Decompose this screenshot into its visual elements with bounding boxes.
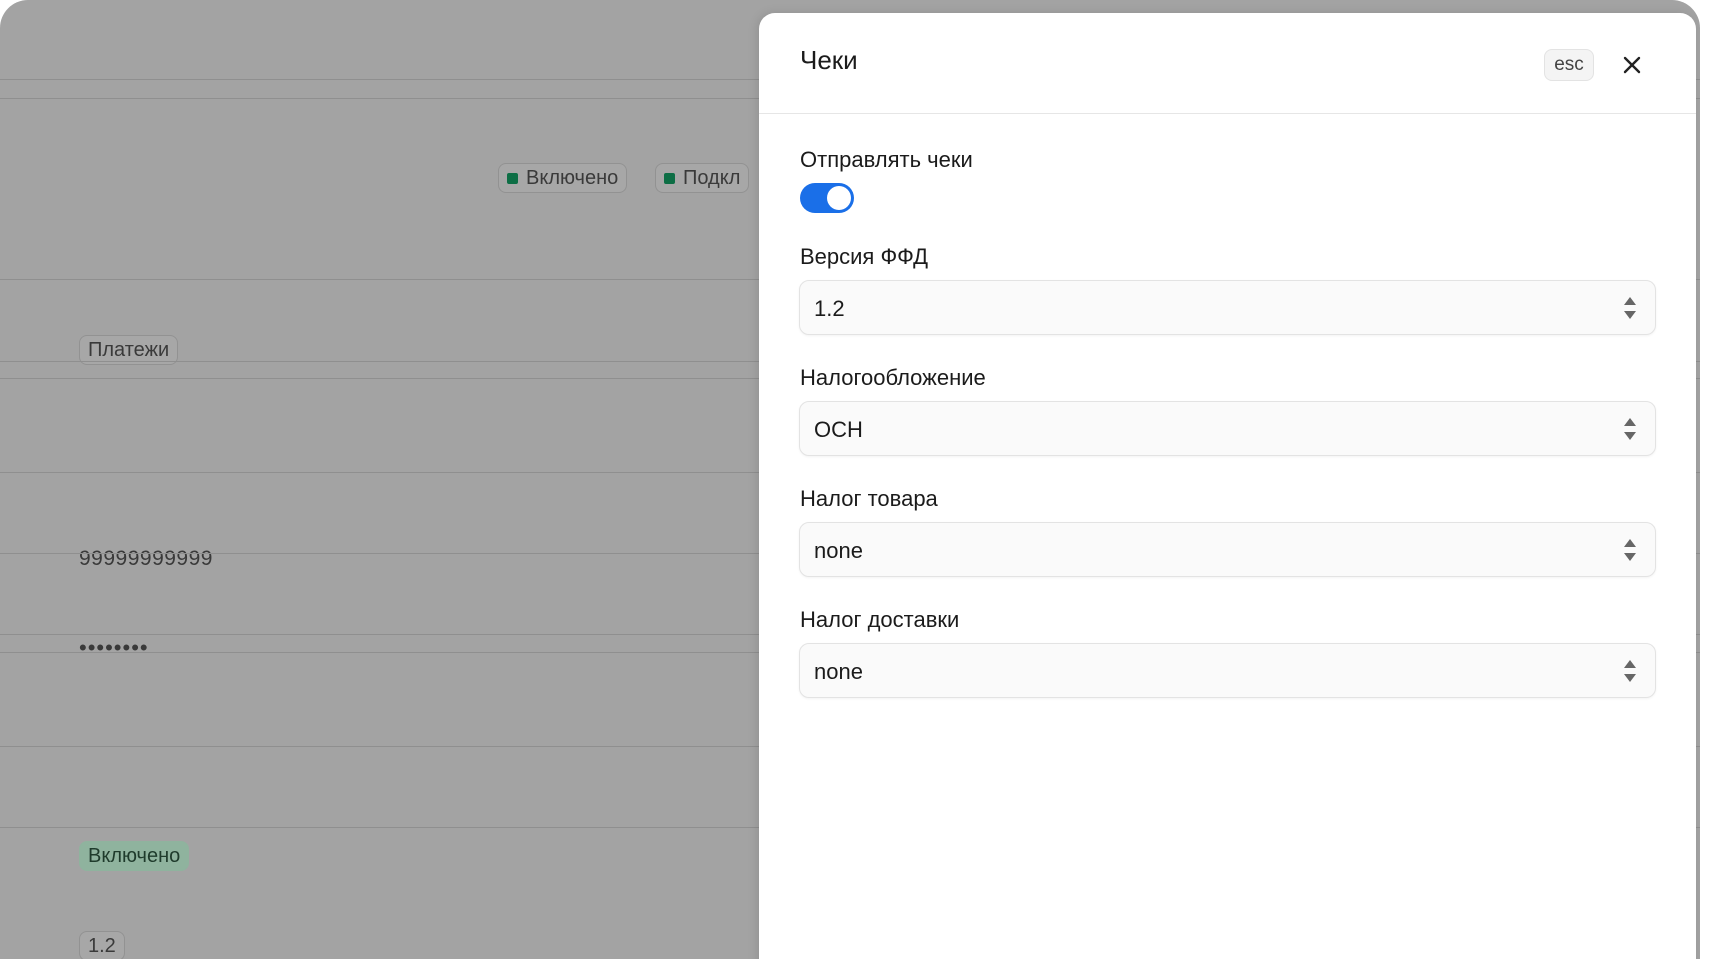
product-tax-select[interactable]: none: [799, 522, 1656, 577]
select-arrows-icon: [1624, 539, 1636, 561]
delivery-tax-select[interactable]: none: [799, 643, 1656, 698]
toggle-knob: [827, 186, 851, 210]
taxation-label: Налогообложение: [800, 365, 986, 390]
select-arrows-icon: [1624, 418, 1636, 440]
select-arrows-icon: [1624, 660, 1636, 682]
product-tax-label: Налог товара: [800, 486, 938, 511]
drawer-title: Чеки: [800, 45, 858, 75]
ffd-version-label: Версия ФФД: [800, 244, 929, 269]
delivery-tax-value: none: [814, 659, 863, 684]
close-button[interactable]: [1618, 51, 1646, 79]
version-badge: 1.2: [79, 931, 125, 959]
receipts-drawer: Чеки esc Отправлять чеки Версия ФФД 1.2 …: [759, 13, 1696, 959]
status-badge-enabled: Включено: [498, 163, 628, 193]
esc-key-hint: esc: [1544, 49, 1594, 81]
app-window: Включено Подкл Платежи 99999999999 •••••…: [0, 0, 1700, 959]
ffd-version-select[interactable]: 1.2: [799, 280, 1656, 335]
close-icon: [1623, 56, 1641, 74]
ffd-version-value: 1.2: [814, 296, 845, 321]
status-dot-icon: [507, 172, 518, 184]
status-dot-icon: [664, 172, 675, 184]
delivery-tax-label: Налог доставки: [800, 607, 960, 632]
enabled-badge: Включено: [79, 841, 190, 871]
send-receipts-toggle[interactable]: [800, 183, 854, 213]
send-receipts-label: Отправлять чеки: [800, 147, 973, 172]
taxation-value: ОСН: [814, 417, 863, 442]
inn-value: 99999999999: [79, 547, 213, 570]
select-arrows-icon: [1624, 297, 1636, 319]
status-badge-connected: Подкл: [655, 163, 750, 193]
product-tax-value: none: [814, 538, 863, 563]
password-mask: ••••••••: [79, 635, 149, 660]
taxation-select[interactable]: ОСН: [799, 401, 1656, 456]
drawer-header: Чеки esc: [759, 13, 1696, 114]
